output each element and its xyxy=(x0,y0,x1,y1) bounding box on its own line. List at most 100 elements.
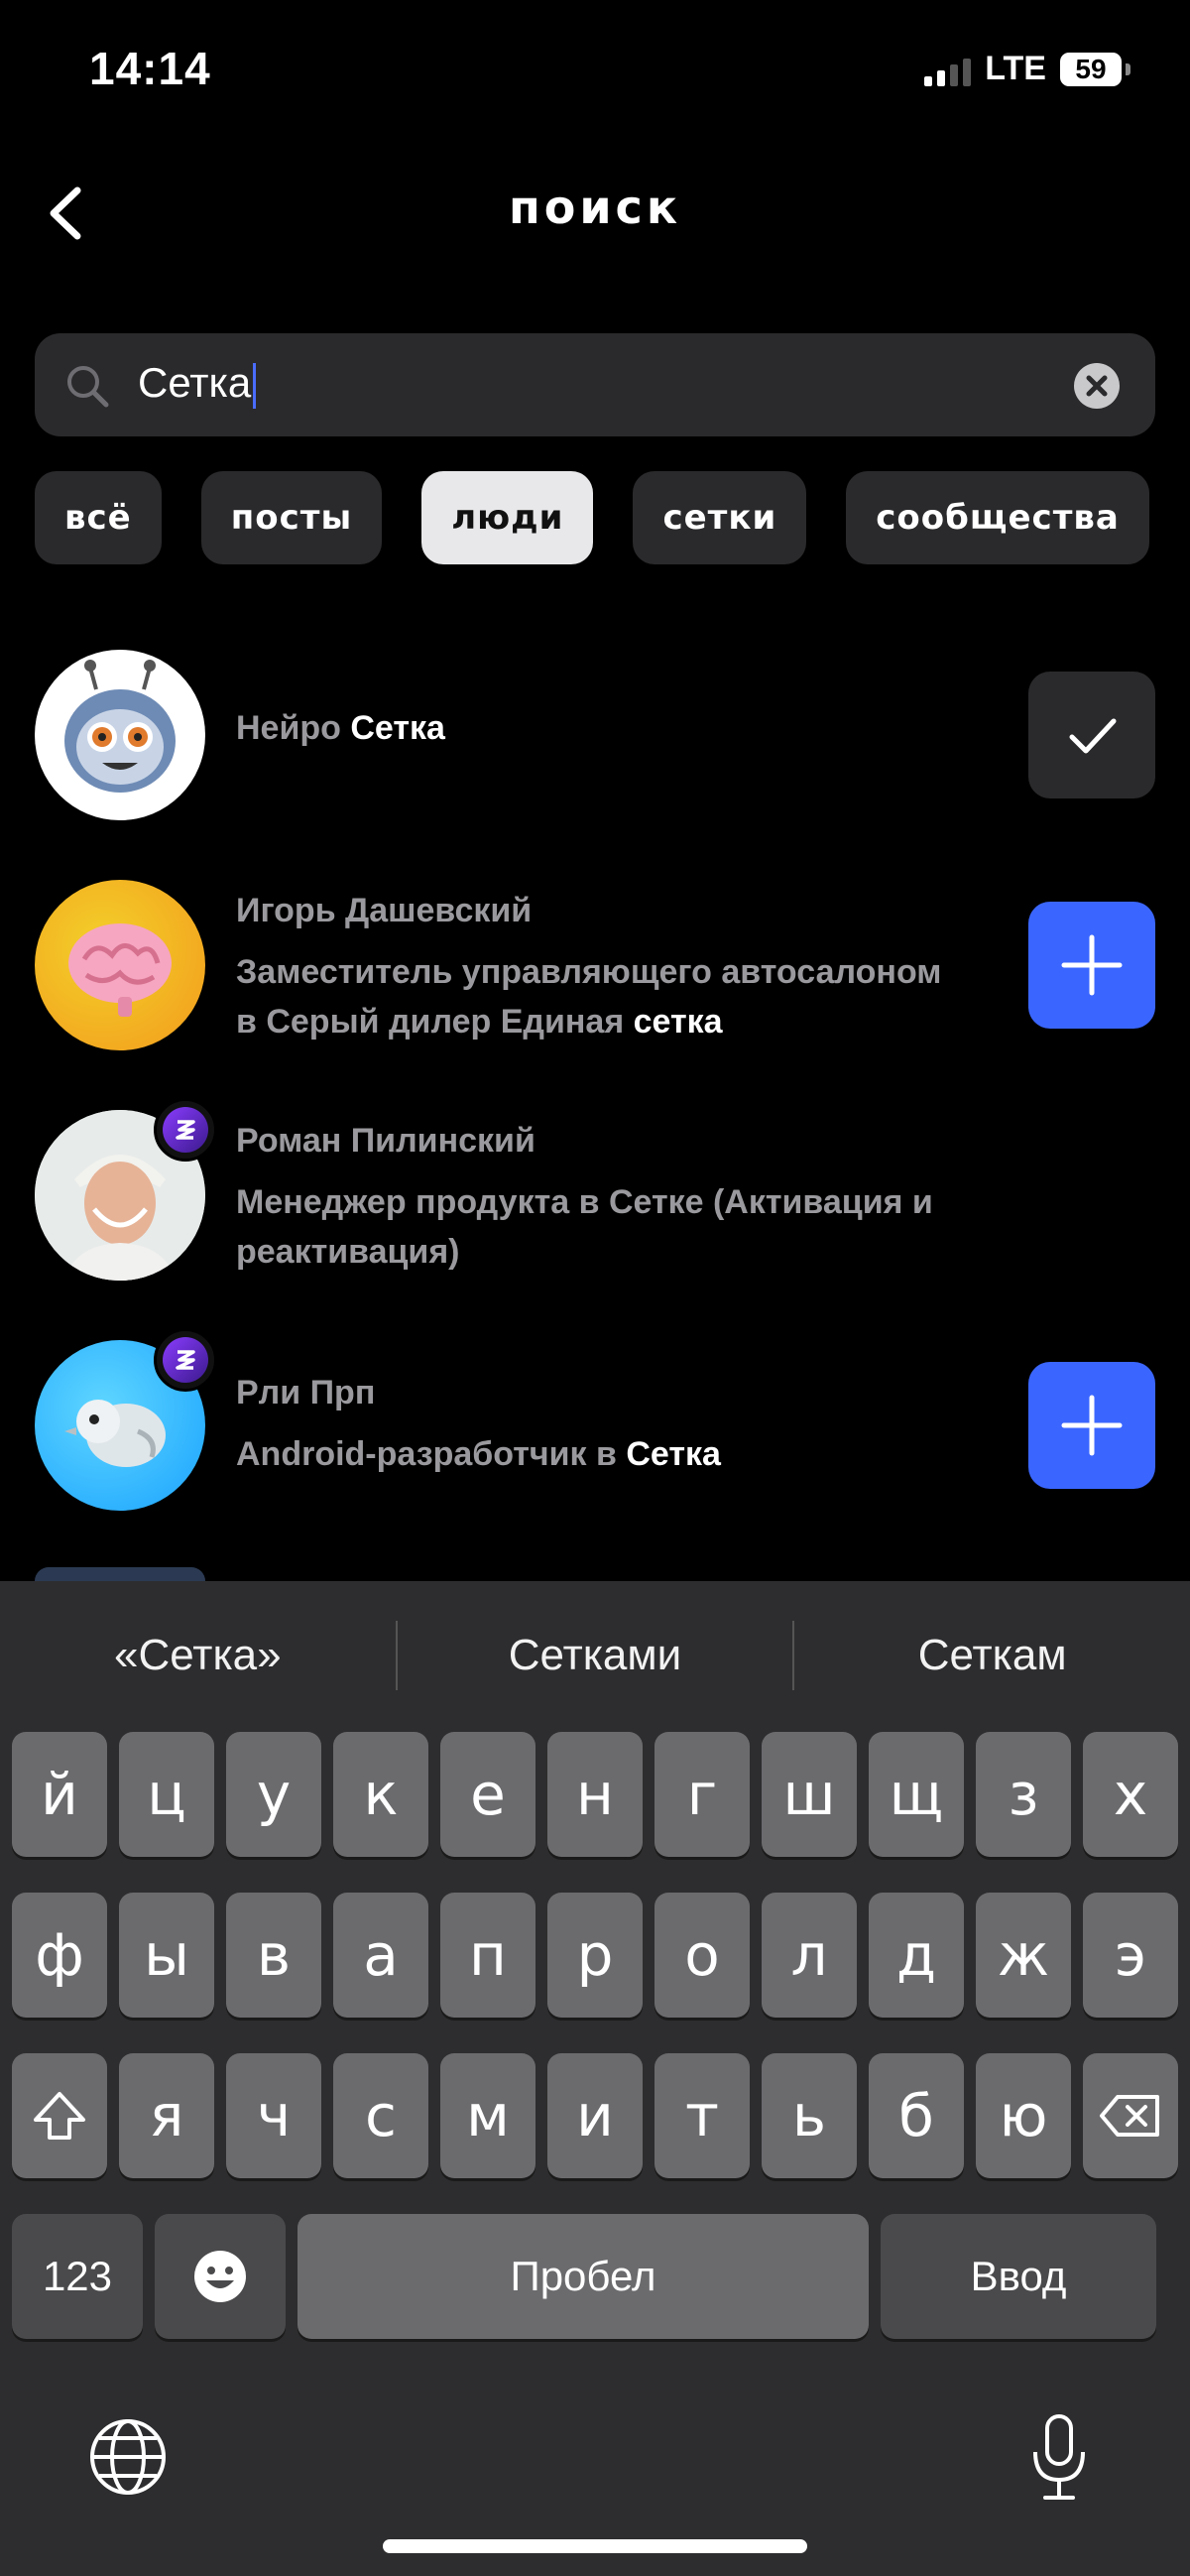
description-text: Android-разработчик в xyxy=(236,1435,627,1473)
text-caret xyxy=(253,362,257,409)
tab-people[interactable]: люди xyxy=(421,471,594,564)
key[interactable]: а xyxy=(333,1893,428,2018)
key[interactable]: щ xyxy=(869,1732,964,1857)
key[interactable]: п xyxy=(440,1893,536,2018)
page-title: поиск xyxy=(508,181,682,234)
key[interactable]: н xyxy=(547,1732,643,1857)
network-logo-icon xyxy=(163,1107,208,1153)
network-logo-icon xyxy=(163,1337,208,1383)
key[interactable]: г xyxy=(654,1732,750,1857)
suggestion-bar: «Сетка» Сетками Сеткам xyxy=(0,1581,1190,1730)
shift-icon xyxy=(34,2092,85,2140)
key[interactable]: й xyxy=(12,1732,107,1857)
result-name: Рли Прп xyxy=(236,1374,376,1411)
home-indicator[interactable] xyxy=(383,2539,807,2553)
added-button[interactable] xyxy=(1028,672,1155,798)
filter-tabs: всё посты люди сетки сообщества xyxy=(35,471,1155,564)
key[interactable]: ь xyxy=(762,2053,857,2178)
key[interactable]: к xyxy=(333,1732,428,1857)
close-icon xyxy=(1086,375,1108,397)
key[interactable]: ж xyxy=(976,1893,1071,2018)
key[interactable]: р xyxy=(547,1893,643,2018)
key[interactable]: ч xyxy=(226,2053,321,2178)
list-item[interactable]: Рли Прп Android-разработчик в Сетка xyxy=(0,1328,1190,1511)
list-item[interactable]: Нейро Сетка xyxy=(0,650,1190,820)
search-bar[interactable]: Сетка xyxy=(35,333,1155,436)
key[interactable]: ш xyxy=(762,1732,857,1857)
shift-key[interactable] xyxy=(12,2053,107,2178)
plus-icon xyxy=(1061,934,1123,996)
backspace-key[interactable] xyxy=(1083,2053,1178,2178)
result-description: Заместитель управляющего автосалоном в С… xyxy=(236,947,1010,1046)
search-input[interactable]: Сетка xyxy=(138,359,257,409)
add-contact-button[interactable] xyxy=(1028,1362,1155,1489)
suggestion-item[interactable]: «Сетка» xyxy=(0,1631,396,1680)
key[interactable]: ю xyxy=(976,2053,1071,2178)
avatar xyxy=(35,650,205,820)
description-text: в Серый дилер Единая xyxy=(236,1003,634,1041)
keyboard: «Сетка» Сетками Сеткам й ц у к е н г ш щ… xyxy=(0,1581,1190,2576)
status-indicators: LTE 59 xyxy=(924,50,1130,88)
key[interactable]: ц xyxy=(119,1732,214,1857)
result-name: Игорь Дашевский xyxy=(236,892,533,929)
key[interactable]: я xyxy=(119,2053,214,2178)
microphone-icon xyxy=(1033,2414,1085,2500)
clear-search-button[interactable] xyxy=(1074,363,1120,409)
key[interactable]: х xyxy=(1083,1732,1178,1857)
keyboard-row-4: 123 Пробел Ввод xyxy=(12,2214,1180,2339)
description-line: Заместитель управляющего автосалоном xyxy=(236,953,942,991)
description-highlight: Сетка xyxy=(626,1435,721,1473)
z-mark-icon xyxy=(176,1350,195,1370)
microphone-button[interactable] xyxy=(1027,2412,1091,2504)
key[interactable]: з xyxy=(976,1732,1071,1857)
description-line: реактивация) xyxy=(236,1233,460,1271)
avatar xyxy=(35,880,205,1050)
description-line: в Серый дилер Единая сетка xyxy=(236,997,1010,1046)
signal-icon xyxy=(924,53,972,86)
key[interactable]: д xyxy=(869,1893,964,2018)
key[interactable]: о xyxy=(654,1893,750,2018)
key[interactable]: в xyxy=(226,1893,321,2018)
key[interactable]: с xyxy=(333,2053,428,2178)
key[interactable]: ы xyxy=(119,1893,214,2018)
result-name: Роман Пилинский xyxy=(236,1122,536,1160)
key[interactable]: е xyxy=(440,1732,536,1857)
tab-all[interactable]: всё xyxy=(35,471,162,564)
list-item[interactable]: Игорь Дашевский Заместитель управляющего… xyxy=(0,880,1190,1050)
key[interactable]: у xyxy=(226,1732,321,1857)
plus-icon xyxy=(1061,1395,1123,1456)
robot-avatar-icon xyxy=(64,660,176,793)
key[interactable]: л xyxy=(762,1893,857,2018)
globe-button[interactable] xyxy=(87,2416,169,2498)
key[interactable]: м xyxy=(440,2053,536,2178)
key[interactable]: ф xyxy=(12,1893,107,2018)
result-name: Нейро Сетка xyxy=(236,709,445,748)
key[interactable]: т xyxy=(654,2053,750,2178)
search-input-text: Сетка xyxy=(138,359,252,406)
tab-networks[interactable]: сетки xyxy=(633,471,807,564)
key[interactable]: б xyxy=(869,2053,964,2178)
avatar xyxy=(35,1567,205,1581)
key[interactable]: э xyxy=(1083,1893,1178,2018)
return-key[interactable]: Ввод xyxy=(881,2214,1156,2339)
description-highlight: сетка xyxy=(633,1003,723,1041)
key[interactable]: и xyxy=(547,2053,643,2178)
add-contact-button[interactable] xyxy=(1028,902,1155,1029)
suggestion-item[interactable]: Сеткам xyxy=(794,1631,1190,1680)
space-key[interactable]: Пробел xyxy=(298,2214,869,2339)
tab-communities[interactable]: сообщества xyxy=(846,471,1149,564)
list-item[interactable]: Роман Пилинский Менеджер продукта в Сетк… xyxy=(0,1098,1190,1281)
name-prefix: Нейро xyxy=(236,709,351,747)
globe-icon xyxy=(90,2419,166,2495)
emoji-key[interactable] xyxy=(155,2214,286,2339)
description-line: Менеджер продукта в Сетке (Активация и xyxy=(236,1183,933,1221)
battery-icon: 59 xyxy=(1060,52,1122,86)
status-time: 14:14 xyxy=(89,43,211,94)
verified-badge xyxy=(154,1098,217,1162)
battery-tip xyxy=(1126,62,1130,75)
suggestion-item[interactable]: Сетками xyxy=(398,1631,793,1680)
result-description: Android-разработчик в Сетка xyxy=(236,1429,1010,1479)
numbers-key[interactable]: 123 xyxy=(12,2214,143,2339)
verified-badge xyxy=(154,1328,217,1392)
tab-posts[interactable]: посты xyxy=(200,471,383,564)
